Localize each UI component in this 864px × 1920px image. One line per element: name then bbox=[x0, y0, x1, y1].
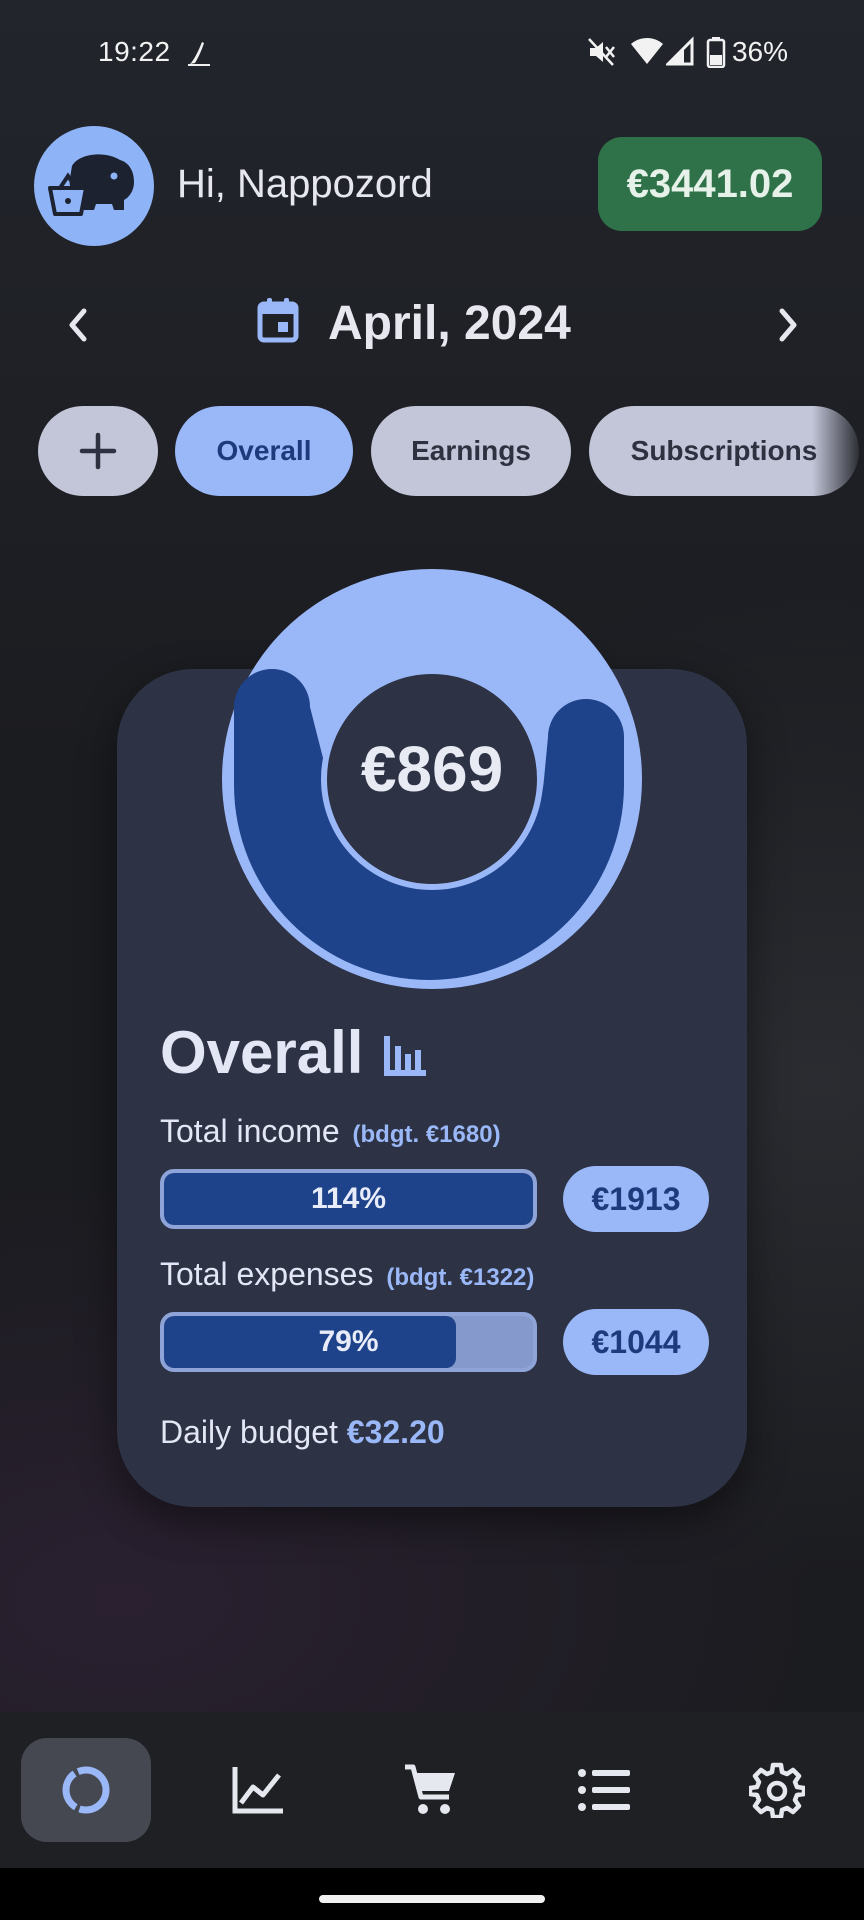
income-progress-bar: 114% bbox=[160, 1169, 537, 1229]
list-icon bbox=[578, 1769, 630, 1811]
cart-icon bbox=[405, 1764, 455, 1814]
expenses-progress-bar: 79% bbox=[160, 1312, 537, 1372]
daily-budget-value: €32.20 bbox=[346, 1414, 445, 1450]
income-amount[interactable]: €1913 bbox=[563, 1166, 709, 1232]
income-label: Total income bbox=[160, 1113, 340, 1149]
daily-budget: Daily budget €32.20 bbox=[160, 1414, 445, 1451]
app-notification-icon bbox=[188, 42, 210, 66]
nav-settings[interactable] bbox=[712, 1738, 842, 1842]
expenses-amount[interactable]: €1044 bbox=[563, 1309, 709, 1375]
nav-charts[interactable] bbox=[194, 1738, 324, 1842]
nav-shopping[interactable] bbox=[366, 1738, 496, 1842]
gesture-area bbox=[0, 1868, 864, 1920]
balance-chip[interactable]: €3441.02 bbox=[598, 137, 822, 231]
expenses-label: Total expenses bbox=[160, 1256, 374, 1292]
daily-budget-label: Daily budget bbox=[160, 1414, 338, 1450]
month-label: April, 2024 bbox=[328, 297, 571, 350]
chip-overall[interactable]: Overall bbox=[175, 406, 353, 496]
status-bar: 19:22 36% bbox=[0, 0, 864, 108]
next-month-button[interactable] bbox=[764, 300, 814, 350]
gesture-handle[interactable] bbox=[319, 1895, 545, 1903]
battery-icon bbox=[706, 37, 726, 68]
income-row: Total income (bdgt. €1680) bbox=[160, 1113, 501, 1150]
status-time: 19:22 bbox=[98, 36, 171, 67]
bottom-navigation bbox=[0, 1712, 864, 1868]
avatar[interactable] bbox=[34, 126, 154, 246]
income-budget: (bdgt. €1680) bbox=[352, 1121, 501, 1148]
greeting: Hi, Nappozord bbox=[177, 162, 433, 206]
chevron-right-icon bbox=[779, 308, 797, 342]
plus-icon bbox=[79, 432, 117, 470]
income-percent: 114% bbox=[310, 1182, 387, 1215]
chips-scroll-fade bbox=[812, 400, 864, 504]
nav-overview[interactable] bbox=[21, 1738, 151, 1842]
remaining-amount: €869 bbox=[360, 733, 504, 805]
donut-chart-icon bbox=[62, 1766, 110, 1814]
chevron-left-icon bbox=[69, 308, 87, 342]
expenses-percent: 79% bbox=[318, 1325, 379, 1358]
month-navigator: April, 2024 bbox=[0, 290, 864, 360]
previous-month-button[interactable] bbox=[52, 300, 102, 350]
expenses-budget: (bdgt. €1322) bbox=[386, 1264, 535, 1291]
card-title: Overall bbox=[160, 1019, 364, 1086]
add-category-button[interactable] bbox=[38, 406, 158, 496]
mute-icon bbox=[588, 38, 615, 66]
expenses-row: Total expenses (bdgt. €1322) bbox=[160, 1256, 534, 1293]
chip-earnings[interactable]: Earnings bbox=[371, 406, 571, 496]
battery-percent: 36% bbox=[731, 36, 788, 67]
piggy-bank-icon bbox=[48, 154, 134, 216]
bar-chart-icon[interactable] bbox=[382, 1034, 428, 1078]
signal-icon bbox=[666, 36, 694, 66]
nav-transactions[interactable] bbox=[539, 1738, 669, 1842]
wifi-icon bbox=[631, 38, 663, 64]
line-chart-icon bbox=[232, 1767, 283, 1814]
calendar-icon bbox=[257, 298, 299, 343]
gear-icon bbox=[749, 1762, 805, 1818]
